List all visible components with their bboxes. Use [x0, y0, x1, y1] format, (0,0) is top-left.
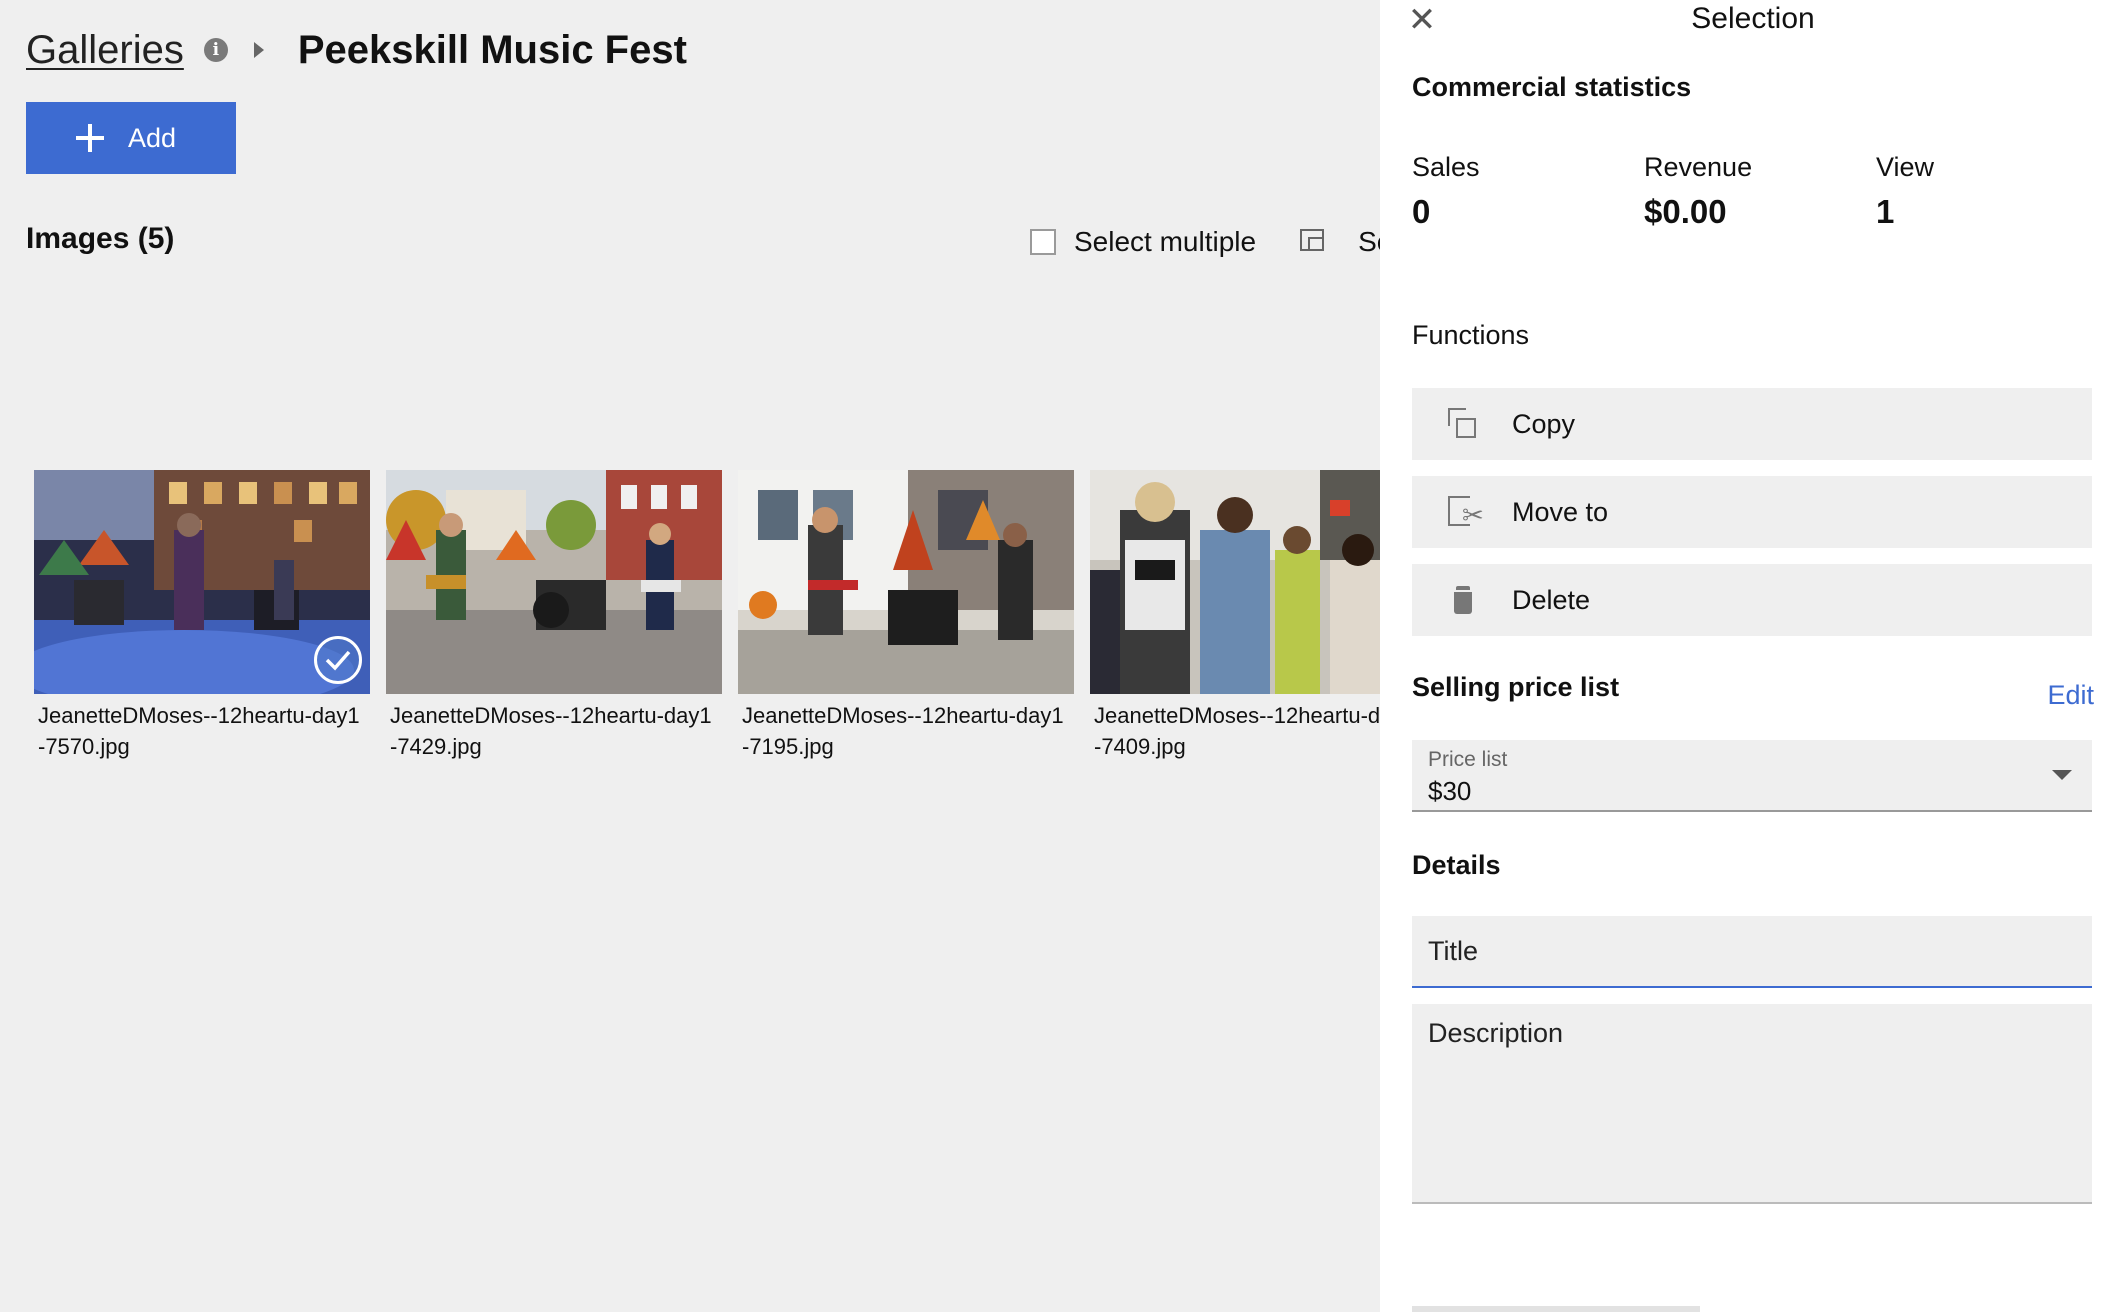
commercial-statistics-heading: Commercial statistics	[1412, 72, 1692, 102]
image-filename: JeanetteDMoses--12heartu-day1 -7195.jpg	[742, 703, 1064, 759]
edit-price-list-link[interactable]: Edit	[2047, 680, 2094, 711]
trash-icon	[1448, 584, 1478, 616]
copy-icon	[1448, 408, 1478, 440]
breadcrumb-galleries-link[interactable]: Galleries	[26, 28, 184, 73]
plus-icon	[76, 124, 104, 152]
stat-revenue: Revenue $0.00	[1644, 152, 1752, 231]
image-thumbnail[interactable]	[386, 470, 722, 694]
image-card[interactable]: JeanetteDMoses--12heartu-day1 -7429.jpg	[386, 470, 722, 762]
toolbar-truncated-label[interactable]: Se	[1358, 226, 1380, 258]
add-button-label: Add	[128, 122, 177, 153]
select-multiple-checkbox[interactable]	[1030, 229, 1056, 255]
caret-down-icon	[2052, 770, 2072, 780]
image-card[interactable]: JeanetteDMoses--12heartu-day1 -7409.jpg	[1090, 470, 1380, 762]
move-icon: ✂	[1448, 496, 1484, 528]
selected-check-icon[interactable]	[314, 636, 362, 684]
move-to-button-label: Move to	[1512, 496, 1609, 527]
stat-view: View 1	[1876, 152, 1934, 231]
image-thumbnail[interactable]	[1090, 470, 1380, 694]
description-textarea[interactable]	[1412, 1004, 2092, 1204]
move-to-button[interactable]: ✂ Move to	[1412, 476, 2092, 548]
image-filename: JeanetteDMoses--12heartu-day1 -7429.jpg	[390, 703, 712, 759]
panel-bottom-button-edge[interactable]	[1412, 1306, 1700, 1312]
title-input[interactable]	[1412, 916, 2092, 988]
price-list-value: $30	[1428, 776, 1472, 806]
stat-value: 1	[1876, 193, 1895, 230]
image-filename: JeanetteDMoses--12heartu-day1 -7409.jpg	[1094, 703, 1380, 759]
selection-panel: ✕ Selection Commercial statistics Sales …	[1380, 0, 2126, 1312]
select-multiple-label[interactable]: Select multiple	[1074, 226, 1256, 258]
selling-price-list-heading: Selling price list	[1412, 672, 1620, 702]
image-toolbar: Select multiple Se	[1030, 222, 1380, 262]
image-card[interactable]: JeanetteDMoses--12heartu-day1 -7570.jpg	[34, 470, 370, 762]
image-thumbnail[interactable]	[34, 470, 370, 694]
add-button[interactable]: Add	[26, 102, 236, 174]
price-list-caption: Price list	[1428, 748, 1508, 771]
stat-value: $0.00	[1644, 193, 1727, 230]
gallery-main: Galleries i Peekskill Music Fest Add Ima…	[0, 0, 1380, 1312]
image-grid: JeanetteDMoses--12heartu-day1 -7570.jpg	[34, 470, 1380, 762]
image-filename: JeanetteDMoses--12heartu-day1 -7570.jpg	[38, 703, 360, 759]
image-thumbnail[interactable]	[738, 470, 1074, 694]
info-icon[interactable]: i	[203, 38, 228, 62]
price-list-select[interactable]: Price list $30	[1412, 740, 2092, 812]
delete-button-label: Delete	[1512, 584, 1591, 615]
stat-value: 0	[1412, 193, 1431, 230]
copy-button-label: Copy	[1512, 408, 1576, 439]
chevron-right-icon	[253, 42, 264, 58]
breadcrumb: Galleries i Peekskill Music Fest	[26, 22, 687, 78]
stat-label: Revenue	[1644, 152, 1753, 182]
stat-label: View	[1876, 152, 1935, 182]
delete-button[interactable]: Delete	[1412, 564, 2092, 636]
functions-label: Functions	[1412, 320, 1530, 350]
panel-title: Selection	[1691, 2, 1815, 35]
page-title: Peekskill Music Fest	[297, 27, 687, 72]
image-card[interactable]: JeanetteDMoses--12heartu-day1 -7195.jpg	[738, 470, 1074, 762]
stat-label: Sales	[1412, 152, 1480, 182]
slideshow-icon[interactable]	[1300, 229, 1328, 255]
images-heading: Images (5)	[26, 222, 175, 255]
stat-sales: Sales 0	[1412, 152, 1480, 231]
details-heading: Details	[1412, 850, 1501, 880]
copy-button[interactable]: Copy	[1412, 388, 2092, 460]
